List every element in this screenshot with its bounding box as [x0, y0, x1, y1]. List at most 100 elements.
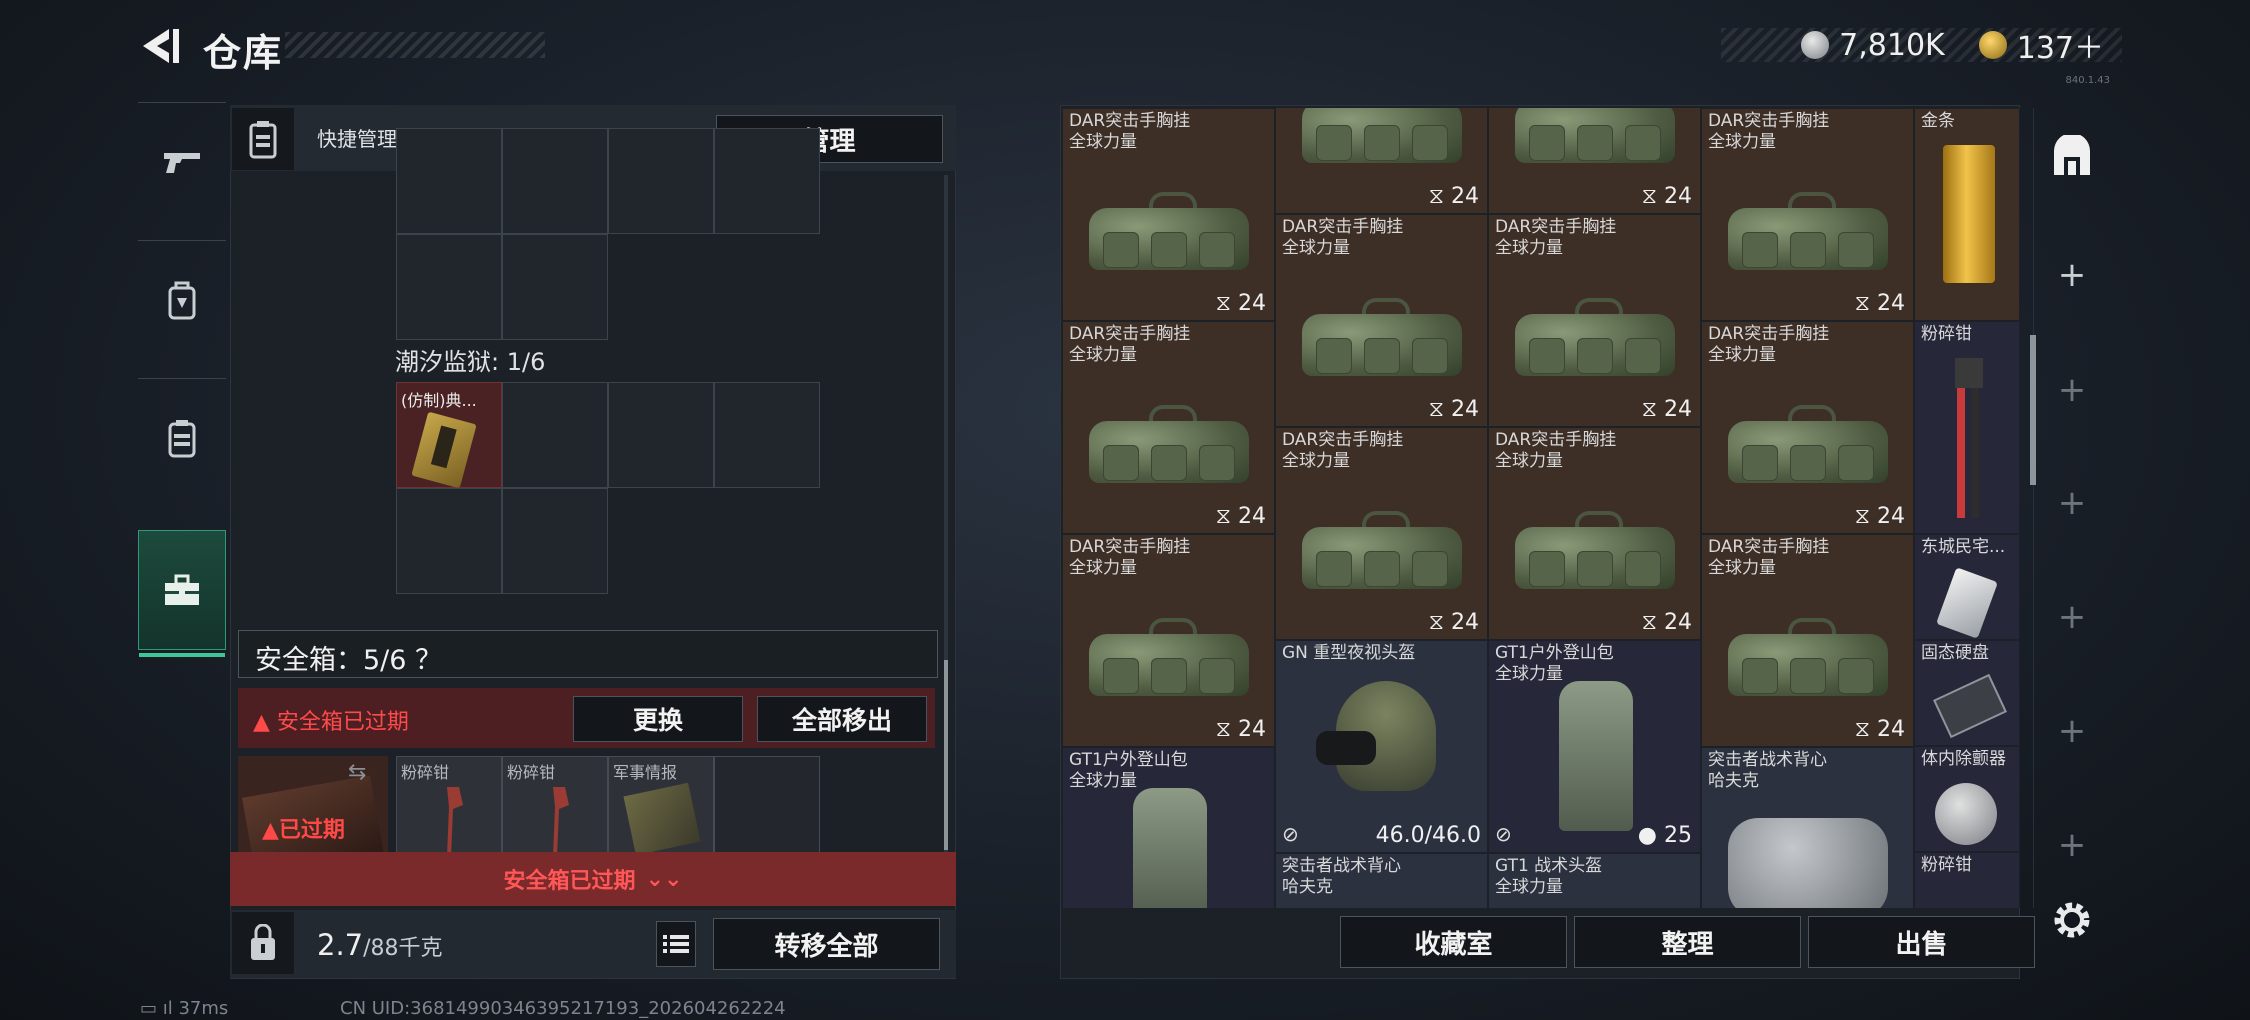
defibrillator-image [1935, 783, 1997, 845]
carry-weight: 2.7/88千克 [317, 928, 443, 962]
item-name: GT1户外登山包 全球力量 [1495, 643, 1614, 684]
inventory-item[interactable]: 粉碎钳 [1914, 321, 2020, 534]
back-arrow-icon[interactable] [135, 25, 183, 67]
inventory-item[interactable]: DAR突击手胸挂 全球力量 ⧖ 24 [1062, 321, 1275, 534]
add-tab-icon[interactable]: + [2050, 711, 2094, 751]
add-tab-icon[interactable]: + [2050, 255, 2094, 295]
inventory-item[interactable]: DAR突击手胸挂 全球力量 ⧖ 24 [1062, 108, 1275, 321]
inventory-item[interactable]: GT1 战术头盔 全球力量 [1488, 853, 1701, 908]
keycard-slot[interactable] [608, 128, 714, 234]
crusher-icon [553, 787, 569, 855]
keycard-slot[interactable] [714, 128, 820, 234]
item-count: ⧖ 24 [1854, 504, 1905, 529]
safe-slot-item[interactable]: 军事情报 [608, 756, 714, 856]
nav-weapons[interactable] [138, 102, 226, 222]
left-scrollbar[interactable] [944, 660, 948, 850]
warehouse-actions: 收藏室 整理 出售 [1062, 910, 2035, 978]
item-name: DAR突击手胸挂 全球力量 [1708, 324, 1830, 365]
chest-rig-image [1301, 511, 1462, 590]
inventory-item[interactable]: 固态硬盘 [1914, 640, 2020, 746]
item-name: 突击者战术背心 哈夫克 [1282, 856, 1401, 897]
inventory-item[interactable]: ⧖ 24 [1488, 108, 1701, 214]
nav-safe-box[interactable] [138, 530, 226, 657]
inventory-item[interactable]: DAR突击手胸挂 全球力量 ⧖ 24 [1275, 214, 1488, 427]
inventory-item[interactable]: DAR突击手胸挂 全球力量 ⧖ 24 [1701, 534, 1914, 747]
item-count: ⧖ 24 [1854, 717, 1905, 742]
keycard-slot[interactable] [502, 488, 608, 594]
slot-item-name: 粉碎钳 [401, 763, 450, 782]
keycard-image [411, 411, 477, 489]
keycard-item[interactable]: (仿制)典... [396, 382, 502, 489]
chest-rig-image [1088, 405, 1249, 484]
item-name: GT1户外登山包 全球力量 [1069, 750, 1188, 791]
chest-rig-image [1727, 405, 1888, 484]
move-all-out-button[interactable]: 全部移出 [757, 696, 927, 742]
keycard-slot[interactable] [714, 382, 820, 488]
safe-slot-item[interactable]: 粉碎钳 [396, 756, 502, 856]
warning-icon: ▲ [253, 710, 277, 735]
warehouse-scrollbar[interactable] [2030, 335, 2036, 485]
list-view-button[interactable] [656, 921, 696, 967]
inventory-item[interactable]: GT1户外登山包 全球力量 [1062, 747, 1275, 908]
item-count: ⧖ 24 [1641, 184, 1692, 209]
inventory-item[interactable]: GN 重型夜视头盔 46.0/46.0 ⊘ [1275, 640, 1488, 853]
keycard-slot[interactable] [396, 234, 502, 340]
item-name: DAR突击手胸挂 全球力量 [1069, 537, 1191, 578]
inventory-item[interactable]: GT1户外登山包 全球力量 ⊘ ● 25 [1488, 640, 1701, 853]
inventory-item[interactable]: 金条 [1914, 108, 2020, 321]
toolbox-icon [165, 574, 199, 605]
safe-box-capacity[interactable]: 安全箱：5/6 ？ [255, 638, 442, 677]
storage-icon[interactable] [2050, 135, 2094, 179]
inventory-item[interactable]: DAR突击手胸挂 全球力量 ⧖ 24 [1062, 534, 1275, 747]
add-tab-icon[interactable]: + [2050, 483, 2094, 523]
keycard-slot[interactable] [608, 382, 714, 488]
inventory-item[interactable]: DAR突击手胸挂 全球力量 ⧖ 24 [1701, 108, 1914, 321]
inventory-item[interactable]: 突击者战术背心 哈夫克 [1701, 747, 1914, 908]
expired-badge: ▲已过期 [262, 818, 345, 843]
crusher-icon [1955, 358, 1983, 518]
item-count: ⧖ 24 [1641, 397, 1692, 422]
inventory-item[interactable]: 突击者战术背心 哈夫克 [1275, 853, 1488, 908]
user-id: CN UID:3681499034639521719​3_20260426222… [340, 998, 786, 1019]
keycard-slot[interactable] [502, 382, 608, 488]
nav-backpack[interactable] [138, 240, 226, 360]
sell-button[interactable]: 出售 [1808, 916, 2035, 968]
chest-rig-image [1088, 618, 1249, 697]
tidal-prison-label: 潮汐监狱: 1/6 [395, 348, 546, 376]
swap-icon[interactable]: ⇆ [348, 760, 366, 785]
durability-icon: ⊘ [1495, 822, 1512, 846]
keycard-image [1936, 567, 1998, 639]
premium-currency-amount[interactable]: 137＋ [2017, 23, 2104, 67]
add-tab-icon[interactable]: + [2050, 825, 2094, 865]
grid-divider [2033, 108, 2034, 908]
add-tab-icon[interactable]: + [2050, 370, 2094, 410]
transfer-all-button[interactable]: 转移全部 [713, 918, 940, 970]
inventory-item[interactable]: DAR突击手胸挂 全球力量 ⧖ 24 [1488, 427, 1701, 640]
inventory-item[interactable]: DAR突击手胸挂 全球力量 ⧖ 24 [1488, 214, 1701, 427]
sort-button[interactable]: 整理 [1574, 916, 1801, 968]
item-count: ⧖ 24 [1428, 397, 1479, 422]
inventory-item[interactable]: ⧖ 24 [1275, 108, 1488, 214]
collection-room-button[interactable]: 收藏室 [1340, 916, 1567, 968]
add-tab-icon[interactable]: + [2050, 597, 2094, 637]
item-name: GT1 战术头盔 全球力量 [1495, 856, 1603, 897]
inventory-item[interactable]: 东城民宅... [1914, 534, 2020, 640]
chest-rig-image [1088, 192, 1249, 271]
safe-slot-item[interactable]: 粉碎钳 [502, 756, 608, 856]
crusher-icon [447, 787, 463, 855]
keycard-slot[interactable] [396, 488, 502, 594]
gear-icon[interactable] [2050, 898, 2094, 942]
item-name: 金条 [1921, 111, 1955, 131]
keycard-slot[interactable] [502, 234, 608, 340]
keycard-slot[interactable] [502, 128, 608, 234]
inventory-item[interactable]: 粉碎钳 [1914, 852, 2020, 908]
category-nav [138, 102, 226, 672]
keycard-slot[interactable] [396, 128, 502, 234]
nav-vest[interactable] [138, 378, 226, 498]
inventory-item[interactable]: 体内除颤器 [1914, 746, 2020, 852]
inventory-item[interactable]: DAR突击手胸挂 全球力量 ⧖ 24 [1275, 427, 1488, 640]
replace-button[interactable]: 更换 [573, 696, 743, 742]
inventory-item[interactable]: DAR突击手胸挂 全球力量 ⧖ 24 [1701, 321, 1914, 534]
safe-slot-empty[interactable] [714, 756, 820, 856]
safe-box-expired-footer[interactable]: 安全箱已过期 ⌄⌄ [230, 852, 956, 906]
